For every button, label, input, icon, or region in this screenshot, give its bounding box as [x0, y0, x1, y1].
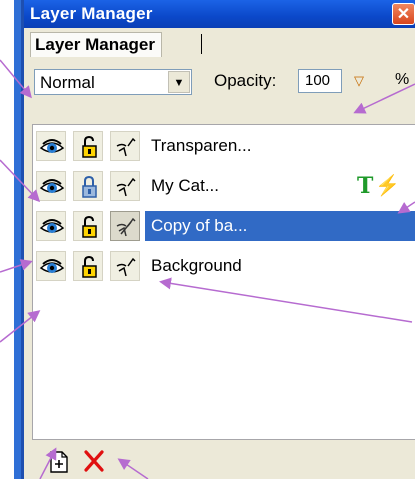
unlock-icon [82, 135, 97, 158]
link-icon [116, 177, 136, 197]
layer-link-toggle[interactable] [110, 211, 140, 241]
layers-list: Transparen... My Cat... T ⚡ Copy of ba..… [32, 124, 415, 440]
layer-name[interactable]: Transparen... [145, 131, 415, 161]
controls-row: Normal ▼ Opacity: 100 ▽ % [24, 62, 415, 102]
visibility-toggle[interactable] [36, 211, 66, 241]
link-icon [116, 257, 136, 277]
layer-manager-window: Layer Manager Normal ▼ Opacity: 100 ▽ % [24, 28, 415, 479]
visibility-toggle[interactable] [36, 251, 66, 281]
opacity-input[interactable]: 100 [298, 69, 342, 93]
tab-layer-manager[interactable]: Layer Manager [30, 32, 162, 57]
chevron-down-icon[interactable]: ▼ [168, 71, 190, 93]
delete-icon [84, 450, 104, 472]
link-active-icon [116, 217, 136, 237]
window-title: Layer Manager [30, 4, 153, 23]
visibility-toggle[interactable] [36, 131, 66, 161]
layer-row[interactable]: Background [33, 247, 415, 285]
delete-layer-button[interactable] [82, 449, 106, 473]
layer-name[interactable]: Copy of ba... [145, 211, 415, 241]
opacity-slider-icon[interactable]: ▽ [354, 73, 364, 89]
title-bar: Layer Manager ✕ [24, 0, 415, 28]
opacity-label: Opacity: [214, 71, 277, 90]
visibility-toggle[interactable] [36, 171, 66, 201]
lock-toggle[interactable] [73, 251, 103, 281]
blend-mode-select[interactable]: Normal ▼ [34, 69, 192, 95]
lock-toggle[interactable] [73, 211, 103, 241]
opacity-unit: % [395, 71, 410, 88]
tab-label: Layer Manager [35, 35, 155, 54]
close-icon: ✕ [396, 6, 411, 23]
eye-icon [39, 139, 65, 153]
new-layer-button[interactable] [48, 450, 70, 474]
unlock-icon [82, 255, 97, 278]
close-button[interactable]: ✕ [392, 3, 415, 25]
layer-row[interactable]: Transparen... [33, 127, 415, 165]
bottom-toolbar [24, 443, 415, 479]
eye-icon [39, 219, 65, 233]
eye-icon [39, 179, 65, 193]
blend-mode-value: Normal [40, 73, 95, 92]
lock-icon [82, 175, 97, 198]
text-layer-icon: T [357, 173, 374, 199]
tab-strip: Layer Manager [24, 28, 415, 60]
layer-link-toggle[interactable] [110, 251, 140, 281]
eye-icon [39, 259, 65, 273]
unlock-icon [82, 215, 97, 238]
layer-name[interactable]: Background [145, 251, 415, 281]
layer-link-toggle[interactable] [110, 171, 140, 201]
effect-bolt-icon: ⚡ [375, 175, 400, 197]
lock-toggle[interactable] [73, 131, 103, 161]
window-frame-edge [14, 0, 21, 479]
layer-row[interactable]: My Cat... T ⚡ [33, 167, 415, 205]
lock-toggle[interactable] [73, 171, 103, 201]
tab-divider [201, 34, 202, 54]
layer-link-toggle[interactable] [110, 131, 140, 161]
link-icon [116, 137, 136, 157]
layer-row-selected[interactable]: Copy of ba... [33, 207, 415, 245]
new-layer-icon [50, 451, 68, 473]
